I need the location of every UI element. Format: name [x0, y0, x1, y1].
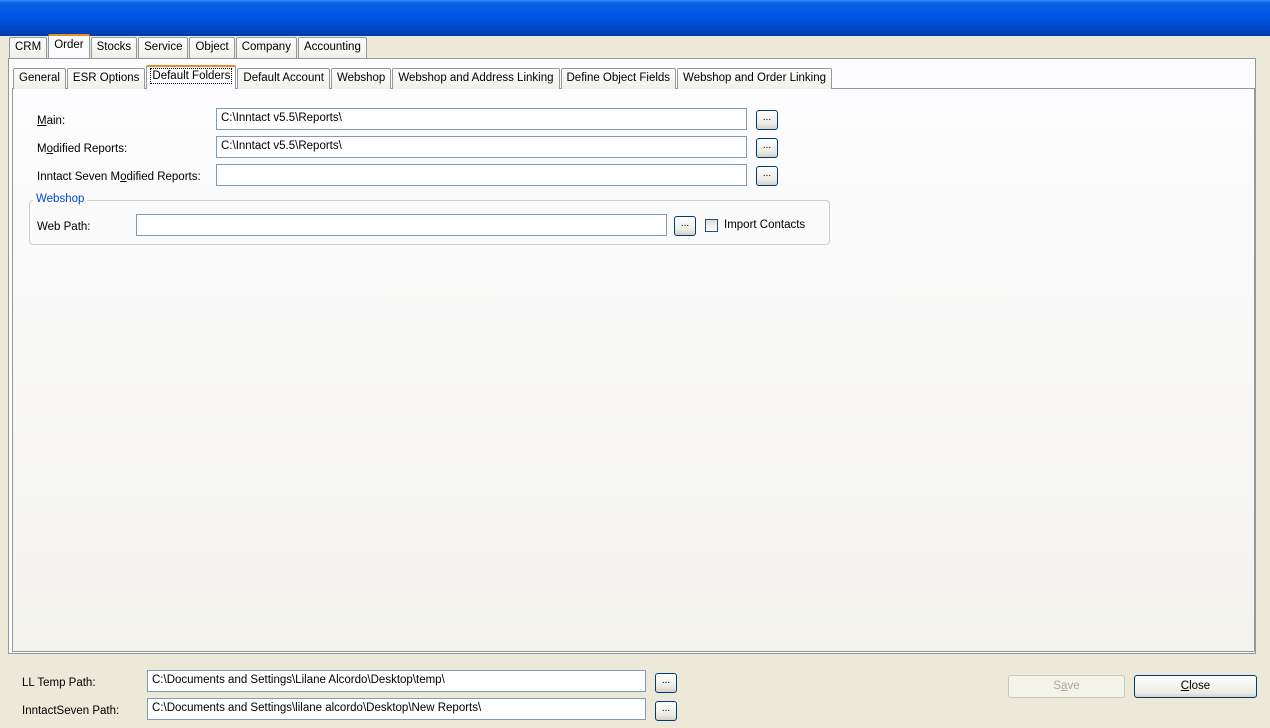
webshop-group-title: Webshop [33, 193, 88, 205]
tab-service[interactable]: Service [138, 37, 189, 58]
ellipsis-icon: ... [680, 218, 690, 229]
label-text: dified Reports: [126, 171, 201, 183]
inntactseven-path-browse-button[interactable]: ... [655, 701, 677, 721]
tab-label: Object [195, 41, 229, 53]
tab-default-account[interactable]: Default Account [237, 68, 330, 89]
modified-reports-field[interactable]: C:\Inntact v5.5\Reports\ [216, 136, 747, 158]
main-tab-strip: CRM Order Stocks Service Object Company … [9, 34, 368, 58]
ll-temp-path-label: LL Temp Path: [22, 677, 96, 689]
ellipsis-icon: ... [762, 168, 772, 179]
tab-label: ESR Options [72, 72, 140, 84]
web-path-browse-button[interactable]: ... [674, 216, 696, 236]
label-accelerator: M [37, 115, 47, 127]
label-text: M [37, 143, 47, 155]
close-button[interactable]: Close [1134, 675, 1257, 698]
inntactseven-path-field[interactable]: C:\Documents and Settings\lilane alcordo… [147, 698, 646, 720]
tab-label: Order [54, 39, 84, 51]
tab-webshop-order-linking[interactable]: Webshop and Order Linking [677, 68, 833, 89]
web-path-label: Web Path: [37, 221, 91, 233]
tab-accounting[interactable]: Accounting [297, 37, 367, 58]
field-value: C:\Inntact v5.5\Reports\ [221, 112, 342, 124]
label-text: ain: [46, 115, 66, 127]
tab-label: Company [241, 41, 291, 53]
sub-tab-strip: General ESR Options Default Folders Defa… [13, 65, 833, 89]
import-contacts-checkbox[interactable] [705, 219, 718, 232]
field-value: C:\Inntact v5.5\Reports\ [221, 140, 342, 152]
inntactseven-path-label: InntactSeven Path: [22, 705, 120, 717]
tab-webshop[interactable]: Webshop [330, 68, 392, 89]
button-label: lose [1189, 680, 1211, 692]
tab-crm[interactable]: CRM [9, 37, 48, 58]
label-text: Inntact Seven M [37, 171, 121, 183]
tab-label: Stocks [96, 41, 132, 53]
main-folder-field[interactable]: C:\Inntact v5.5\Reports\ [216, 108, 747, 130]
tab-object[interactable]: Object [189, 37, 235, 58]
modified-reports-label: Modified Reports: [37, 143, 127, 155]
tab-webshop-address-linking[interactable]: Webshop and Address Linking [392, 68, 560, 89]
inntact-seven-modified-reports-browse-button[interactable]: ... [756, 166, 778, 186]
ellipsis-icon: ... [661, 675, 671, 686]
tab-label: Service [144, 41, 183, 53]
button-label: ve [1067, 680, 1080, 692]
import-contacts-label: Import Contacts [724, 219, 806, 231]
default-folders-panel: Main: C:\Inntact v5.5\Reports\ ... Modif… [12, 88, 1255, 652]
tab-default-folders[interactable]: Default Folders [146, 65, 237, 89]
tab-label: CRM [15, 41, 42, 53]
tab-stocks[interactable]: Stocks [90, 37, 138, 58]
inntact-seven-modified-reports-label: Inntact Seven Modified Reports: [37, 171, 201, 183]
tab-label: Webshop and Address Linking [398, 72, 554, 84]
tab-label: Default Account [243, 72, 324, 84]
inntact-seven-modified-reports-field[interactable] [216, 164, 747, 186]
tab-label: Webshop [336, 72, 386, 84]
tab-label: Webshop and Order Linking [683, 72, 827, 84]
field-value: C:\Documents and Settings\Lilane Alcordo… [152, 674, 445, 686]
web-path-field[interactable] [136, 214, 667, 236]
ll-temp-path-browse-button[interactable]: ... [655, 673, 677, 693]
tab-define-object-fields[interactable]: Define Object Fields [560, 68, 677, 89]
tab-label: Default Folders [150, 68, 233, 84]
ellipsis-icon: ... [762, 112, 772, 123]
button-label: S [1053, 680, 1062, 692]
tab-label: General [19, 72, 60, 84]
ll-temp-path-field[interactable]: C:\Documents and Settings\Lilane Alcordo… [147, 670, 646, 692]
main-folder-browse-button[interactable]: ... [756, 110, 778, 130]
field-value: C:\Documents and Settings\lilane alcordo… [152, 702, 482, 714]
tab-label: Accounting [303, 41, 361, 53]
tab-label: Define Object Fields [566, 72, 671, 84]
window-titlebar[interactable] [0, 0, 1270, 36]
modified-reports-browse-button[interactable]: ... [756, 138, 778, 158]
save-button[interactable]: Save [1008, 675, 1125, 698]
tab-general[interactable]: General [13, 68, 66, 89]
main-folder-label: Main: [37, 115, 65, 127]
label-text: dified Reports: [53, 143, 128, 155]
tab-esr-options[interactable]: ESR Options [66, 68, 146, 89]
settings-window: CRM Order Stocks Service Object Company … [0, 34, 1270, 728]
tab-company[interactable]: Company [235, 37, 297, 58]
ellipsis-icon: ... [661, 703, 671, 714]
ellipsis-icon: ... [762, 140, 772, 151]
tab-order[interactable]: Order [48, 34, 90, 58]
label-accelerator: C [1180, 680, 1190, 692]
